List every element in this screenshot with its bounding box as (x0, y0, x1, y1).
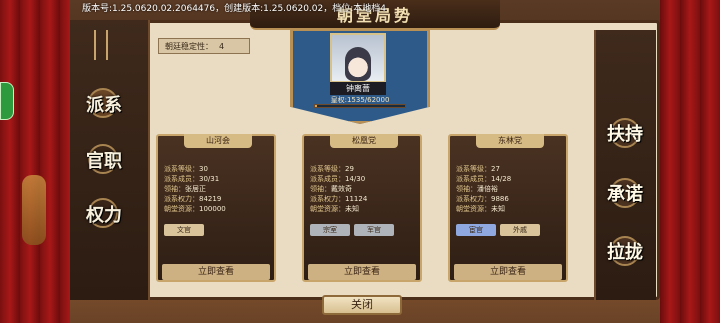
faction-members: 派系成员：30/31 (164, 175, 220, 183)
faction-leader: 领袖：张居正 (164, 185, 206, 193)
faction-info: 派系等级：30 派系成员：30/31 领袖：张居正 派系权力：84219 朝堂资… (164, 164, 274, 214)
tab-faction[interactable]: 派系 (80, 80, 128, 128)
tab-label: 派系 (86, 95, 122, 116)
faction-tag: 外戚 (500, 224, 540, 236)
faction-info: 派系等级：27 派系成员：14/28 领袖：潘倍裕 派系权力：9886 朝堂资源… (456, 164, 566, 214)
faction-tags: 宦官 外戚 (456, 224, 540, 236)
tab-power[interactable]: 权力 (80, 190, 128, 238)
button-label: 拉拢 (607, 242, 643, 263)
recruit-button[interactable]: 拉拢 (600, 228, 650, 274)
faction-name: 东林党 (476, 134, 544, 148)
faction-level: 派系等级：30 (164, 165, 208, 173)
close-button[interactable]: 关闭 (322, 295, 402, 315)
faction-info: 派系等级：29 派系成员：14/30 领袖：戴效奇 派系权力：11124 朝堂资… (310, 164, 420, 214)
faction-resources: 朝堂资源：100000 (164, 205, 226, 213)
faction-leader: 领袖：潘倍裕 (456, 185, 498, 193)
support-button[interactable]: 扶持 (600, 110, 650, 156)
faction-tags: 宗室 军官 (310, 224, 394, 236)
background-stage: 朝堂局势 版本号:1.25.0620.02.2064476，创建版本:1.25.… (0, 0, 720, 323)
faction-power: 派系权力：11124 (310, 195, 368, 203)
influence-bar-fill (315, 105, 318, 107)
tab-label: 权力 (86, 205, 122, 226)
faction-card-songhuang: 松凰党 派系等级：29 派系成员：14/30 领袖：戴效奇 派系权力：11124… (302, 134, 422, 282)
stability-label: 朝廷稳定性： (165, 41, 213, 51)
faction-tag: 文官 (164, 224, 204, 236)
tab-label: 官职 (86, 151, 122, 172)
faction-resources: 朝堂资源：未知 (310, 205, 359, 213)
promise-button[interactable]: 承诺 (600, 170, 650, 216)
lantern-decoration (22, 175, 46, 245)
view-now-button[interactable]: 立即查看 (454, 264, 562, 280)
faction-tag: 宦官 (456, 224, 496, 236)
faction-card-donglin: 东林党 派系等级：27 派系成员：14/28 领袖：潘倍裕 派系权力：9886 … (448, 134, 568, 282)
faction-leader: 领袖：戴效奇 (310, 185, 352, 193)
faction-tags: 文官 (164, 224, 204, 236)
faction-name: 山河会 (184, 134, 252, 148)
faction-members: 派系成员：14/28 (456, 175, 512, 183)
side-pull-tab[interactable] (0, 82, 14, 120)
stability-box: 朝廷稳定性： 4 (158, 38, 250, 54)
faction-power: 派系权力：9886 (456, 195, 509, 203)
version-text: 版本号:1.25.0620.02.2064476，创建版本:1.25.0620.… (82, 4, 387, 14)
stability-value: 4 (219, 41, 225, 51)
leader-name: 钟离蔷 (330, 82, 386, 95)
faction-card-shanhe: 山河会 派系等级：30 派系成员：30/31 领袖：张居正 派系权力：84219… (156, 134, 276, 282)
left-curtain (0, 0, 70, 323)
faction-level: 派系等级：29 (310, 165, 354, 173)
view-now-button[interactable]: 立即查看 (308, 264, 416, 280)
faction-tag: 军官 (354, 224, 394, 236)
button-label: 承诺 (607, 184, 643, 205)
leader-avatar[interactable] (330, 33, 386, 83)
right-curtain (660, 0, 720, 323)
view-now-button[interactable]: 立即查看 (162, 264, 270, 280)
tab-office[interactable]: 官职 (80, 136, 128, 184)
button-label: 扶持 (607, 124, 643, 145)
faction-power: 派系权力：84219 (164, 195, 222, 203)
tab-ornament (94, 30, 108, 60)
faction-name: 松凰党 (330, 134, 398, 148)
avatar-portrait (345, 47, 371, 81)
faction-members: 派系成员：14/30 (310, 175, 366, 183)
influence-bar (314, 104, 406, 108)
faction-resources: 朝堂资源：未知 (456, 205, 505, 213)
faction-tag: 宗室 (310, 224, 350, 236)
faction-level: 派系等级：27 (456, 165, 500, 173)
